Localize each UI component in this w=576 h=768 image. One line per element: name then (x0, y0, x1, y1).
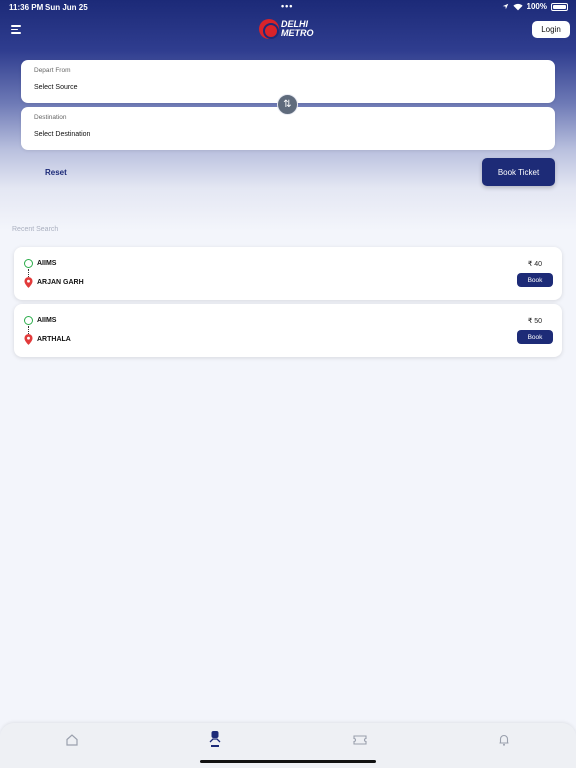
destination-station: ARTHALA (37, 336, 71, 343)
source-circle-icon (24, 259, 33, 268)
source-station: AIIMS (37, 317, 57, 324)
home-icon[interactable] (65, 733, 79, 747)
book-button[interactable]: Book (517, 330, 553, 344)
fare-amount: ₹ 40 (527, 261, 542, 268)
book-ticket-button[interactable]: Book Ticket (482, 158, 555, 186)
login-button[interactable]: Login (532, 21, 570, 38)
fare-amount: ₹ 50 (527, 318, 542, 325)
ticket-icon[interactable] (353, 733, 367, 747)
metro-logo-icon (259, 19, 279, 39)
status-date: Sun Jun 25 (45, 3, 88, 12)
logo-text-line2: METRO (281, 28, 314, 38)
status-bar: 11:36 PM Sun Jun 25 ••• 100% (0, 0, 576, 14)
metro-icon[interactable] (208, 730, 222, 744)
destination-pin-icon (24, 334, 33, 345)
destination-value: Select Destination (34, 131, 91, 138)
route-line (28, 269, 29, 277)
destination-label: Destination (34, 114, 67, 121)
destination-pin-icon (24, 277, 33, 288)
menu-icon[interactable] (11, 25, 21, 34)
active-tab-indicator (211, 745, 219, 747)
source-circle-icon (24, 316, 33, 325)
multitasking-dots[interactable]: ••• (281, 1, 293, 11)
recent-search-title: Recent Search (12, 226, 59, 233)
location-icon (502, 3, 508, 10)
status-time: 11:36 PM (9, 3, 44, 12)
reset-button[interactable]: Reset (45, 168, 67, 177)
route-line (28, 326, 29, 334)
depart-from-value: Select Source (34, 84, 78, 91)
depart-from-label: Depart From (34, 67, 71, 74)
book-button[interactable]: Book (517, 273, 553, 287)
source-station: AIIMS (37, 260, 57, 267)
recent-search-card[interactable]: AIIMS ARTHALA ₹ 50 Book (14, 304, 562, 357)
recent-search-card[interactable]: AIIMS ARJAN GARH ₹ 40 Book (14, 247, 562, 300)
bell-icon[interactable] (497, 733, 511, 747)
home-indicator[interactable] (200, 760, 376, 763)
destination-station: ARJAN GARH (37, 279, 84, 286)
status-indicators: 100% (502, 2, 568, 11)
battery-icon (551, 2, 568, 11)
battery-percent: 100% (526, 2, 547, 11)
wifi-icon (512, 3, 523, 10)
swap-stations-button[interactable]: ⇅ (277, 94, 298, 115)
delhi-metro-logo: DELHI METRO (259, 19, 314, 39)
swap-icon: ⇅ (283, 99, 292, 110)
